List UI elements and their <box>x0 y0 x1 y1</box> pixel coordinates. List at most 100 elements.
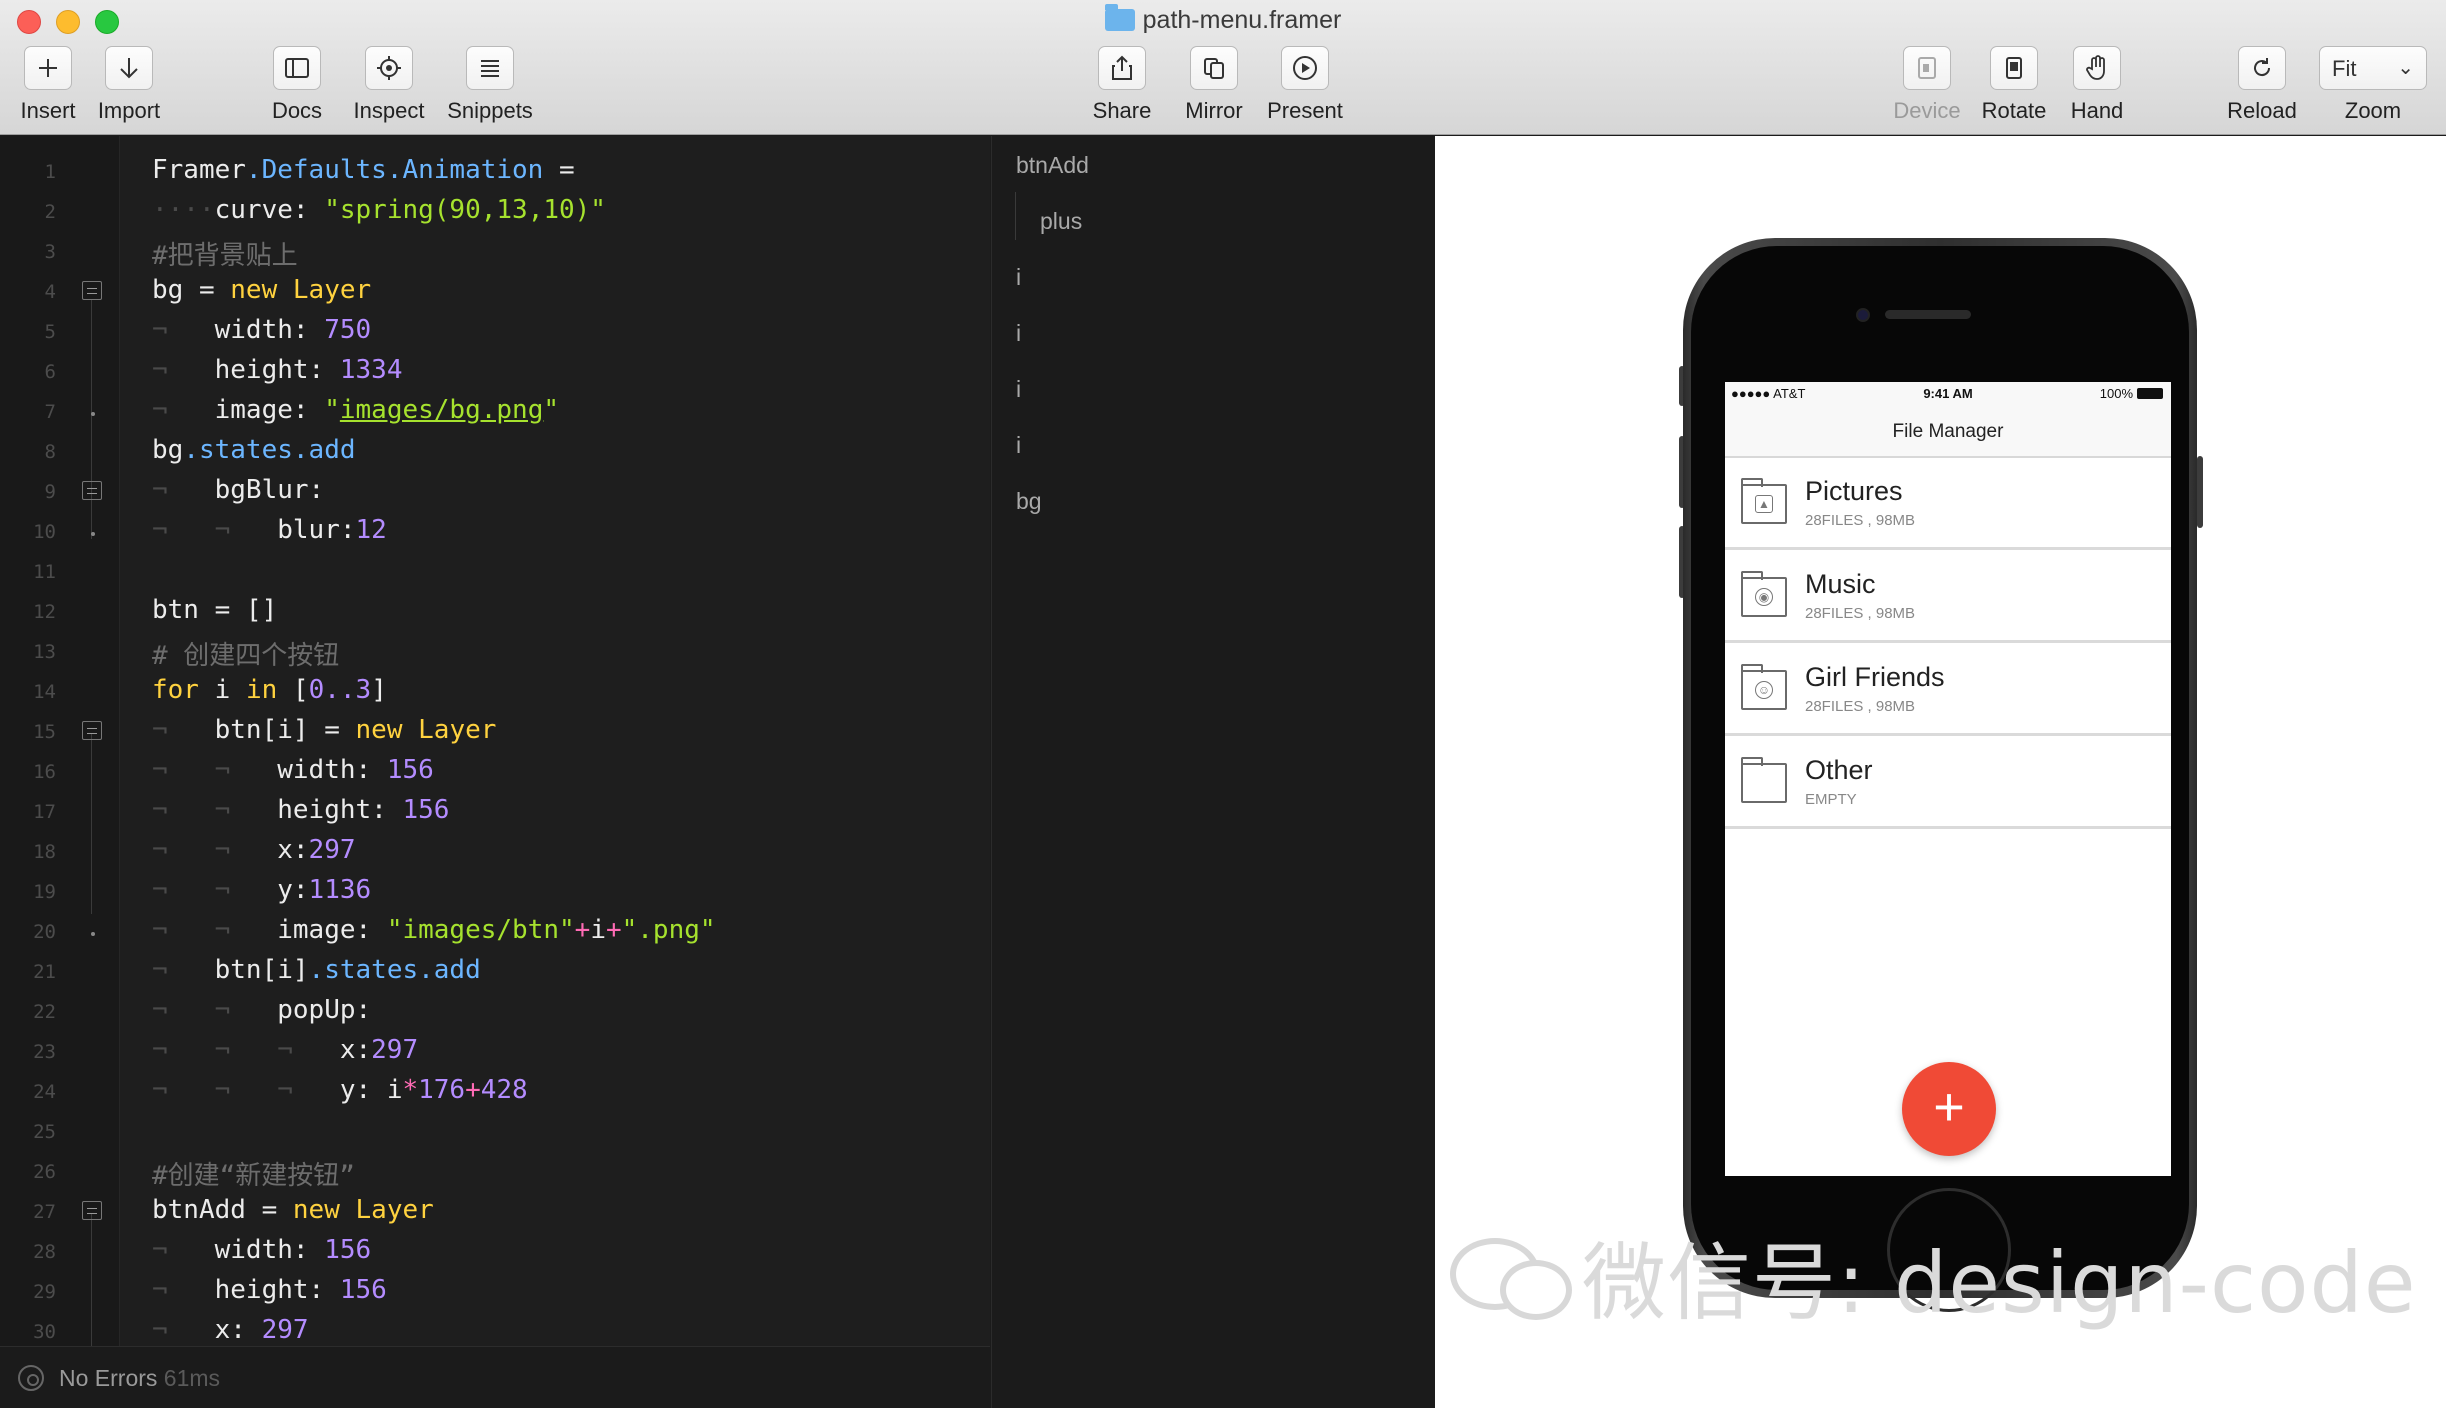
code-text: Framer.Defaults.Animation = <box>152 155 575 185</box>
target-icon <box>18 1365 44 1391</box>
hand-button[interactable]: Hand <box>2062 46 2132 124</box>
code-line: 15 ¬ btn[i] = new Layer <box>33 715 497 745</box>
import-button[interactable]: Import <box>92 46 166 124</box>
reload-button[interactable]: Reload <box>2222 46 2302 124</box>
folder-row-pictures[interactable]: ▲ Pictures 28FILES , 98MB <box>1725 460 2171 550</box>
fold-icon[interactable] <box>82 721 102 740</box>
device-button[interactable]: Device <box>1888 46 1966 124</box>
share-button[interactable]: Share <box>1088 46 1156 124</box>
code-text: for i in [0..3] <box>152 675 387 705</box>
code-line: 24 ¬ ¬ ¬ y: i*176+428 <box>33 1075 528 1105</box>
code-line: 2 ····curve: "spring(90,13,10)" <box>44 195 606 225</box>
layers-panel: btnAdd plus i i i i bg <box>991 136 1435 1408</box>
rotate-button[interactable]: Rotate <box>1976 46 2052 124</box>
folder-icon <box>1104 4 1135 31</box>
code-text: btn = [] <box>152 595 278 625</box>
code-text: ¬ bgBlur: <box>152 475 325 505</box>
fold-icon[interactable] <box>82 281 102 300</box>
code-editor[interactable]: 1 Framer.Defaults.Animation = 2 ····curv… <box>0 136 990 1346</box>
code-text: ¬ ¬ x:297 <box>152 835 356 865</box>
layer-item[interactable]: i <box>1016 264 1021 291</box>
mirror-button[interactable]: Mirror <box>1176 46 1252 124</box>
layer-item[interactable]: bg <box>1016 488 1042 515</box>
fold-end-marker <box>91 932 95 936</box>
iphone-frame: ●●●●● AT&T 9:41 AM 100% File Manager ▲ P… <box>1683 238 2197 1312</box>
status-time: 61ms <box>163 1365 221 1391</box>
code-text: ¬ image: "images/bg.png" <box>152 395 560 425</box>
folder-row-girl-friends[interactable]: ☺ Girl Friends 28FILES , 98MB <box>1725 646 2171 736</box>
code-line: 9 ¬ bgBlur: <box>44 475 325 505</box>
chevron-down-icon: ⌄ <box>2397 57 2414 79</box>
code-text: ¬ width: 156 <box>152 1235 372 1265</box>
folder-icon <box>1741 757 1787 803</box>
nav-title: File Manager <box>1725 406 2171 458</box>
code-line: 25 <box>33 1121 56 1143</box>
battery: 100% <box>2100 386 2163 401</box>
fold-icon[interactable] <box>82 1201 102 1220</box>
phone-screen[interactable]: ●●●●● AT&T 9:41 AM 100% File Manager ▲ P… <box>1725 382 2171 1176</box>
inspect-button[interactable]: Inspect <box>346 46 432 124</box>
status-text: No Errors <box>59 1365 158 1391</box>
code-line: 4 bg = new Layer <box>44 275 372 305</box>
code-text: ¬ ¬ image: "images/btn"+i+".png" <box>152 915 716 945</box>
code-text: ¬ btn[i] = new Layer <box>152 715 497 745</box>
asset-link[interactable]: images/bg.png <box>340 395 544 425</box>
code-line: 29 ¬ height: 156 <box>33 1275 387 1305</box>
list-icon <box>481 60 499 77</box>
layer-item[interactable]: plus <box>1040 208 1082 235</box>
code-text: ¬ ¬ y:1136 <box>152 875 372 905</box>
hand-icon <box>2086 55 2105 80</box>
zoom-control[interactable]: Fit ⌄ Zoom <box>2318 46 2428 124</box>
battery-icon <box>2137 388 2163 399</box>
layer-item[interactable]: i <box>1016 432 1021 459</box>
code-text: ¬ ¬ popUp: <box>152 995 372 1025</box>
folder-row-music[interactable]: ◉ Music 28FILES , 98MB <box>1725 553 2171 643</box>
code-line: 10 ¬ ¬ blur:12 <box>33 515 387 545</box>
crosshair-icon <box>377 56 401 80</box>
code-text: bg.states.add <box>152 435 356 465</box>
code-text: ¬ ¬ width: 156 <box>152 755 434 785</box>
code-line: 7 ¬ image: "images/bg.png" <box>44 395 560 425</box>
add-button[interactable]: + <box>1902 1062 1996 1156</box>
present-button[interactable]: Present <box>1260 46 1350 124</box>
folder-row-other[interactable]: Other EMPTY <box>1725 739 2171 829</box>
sidebar-icon <box>285 58 309 78</box>
reload-icon <box>2254 58 2271 77</box>
snippets-button[interactable]: Snippets <box>442 46 538 124</box>
code-line: 19 ¬ ¬ y:1136 <box>33 875 372 905</box>
code-text: ¬ ¬ ¬ x:297 <box>152 1035 419 1065</box>
camera-icon <box>1856 308 1870 322</box>
code-text: ¬ width: 750 <box>152 315 372 345</box>
zoom-select[interactable]: Fit ⌄ <box>2319 46 2427 90</box>
code-line: 13 # 创建四个按钮 <box>0 629 990 671</box>
insert-button[interactable]: Insert <box>12 46 84 124</box>
code-line: 26 #创建“新建按钮” <box>0 1149 990 1191</box>
mirror-icon <box>1204 58 1224 79</box>
plus-icon <box>39 59 57 77</box>
code-text: bg = new Layer <box>152 275 372 305</box>
layer-item[interactable]: i <box>1016 376 1021 403</box>
code-line: 6 ¬ height: 1334 <box>44 355 403 385</box>
code-line: 20 ¬ ¬ image: "images/btn"+i+".png" <box>33 915 716 945</box>
device-icon <box>1918 57 1936 79</box>
docs-button[interactable]: Docs <box>262 46 332 124</box>
share-icon <box>1112 55 1132 80</box>
fold-end-marker <box>91 412 95 416</box>
code-line: 17 ¬ ¬ height: 156 <box>33 795 450 825</box>
code-text: ¬ ¬ ¬ y: i*176+428 <box>152 1075 528 1105</box>
image-folder-icon: ▲ <box>1741 478 1787 524</box>
power-button <box>2197 456 2203 528</box>
code-comment: #创建“新建按钮” <box>152 1161 355 1191</box>
phone-body: ●●●●● AT&T 9:41 AM 100% File Manager ▲ P… <box>1691 246 2189 1312</box>
music-folder-icon: ◉ <box>1741 571 1787 617</box>
window-title: path-menu.framer <box>0 4 2446 35</box>
code-line: 23 ¬ ¬ ¬ x:297 <box>33 1035 419 1065</box>
layer-item[interactable]: btnAdd <box>1016 152 1089 179</box>
fold-icon[interactable] <box>82 481 102 500</box>
layer-item[interactable]: i <box>1016 320 1021 347</box>
code-line: 27 btnAdd = new Layer <box>33 1195 434 1225</box>
code-line: 21 ¬ btn[i].states.add <box>33 955 481 985</box>
code-line: 8 bg.states.add <box>44 435 356 465</box>
layer-indent-guide <box>1015 192 1016 240</box>
code-text: ¬ ¬ blur:12 <box>152 515 387 545</box>
